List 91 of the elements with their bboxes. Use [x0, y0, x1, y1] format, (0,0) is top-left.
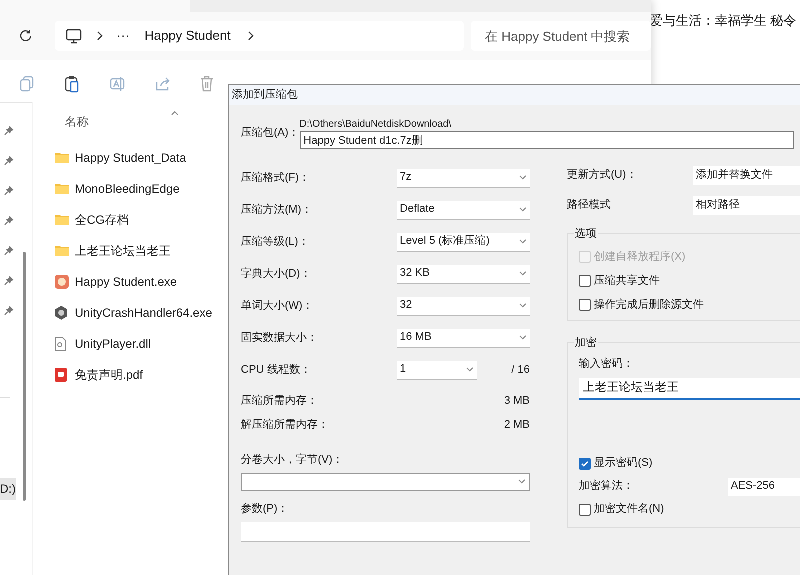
checkbox[interactable] [579, 275, 591, 287]
field-label: 压缩所需内存： [241, 394, 318, 409]
chevron-down-icon [519, 335, 527, 340]
chevron-right-icon [248, 31, 254, 41]
pin-icon[interactable] [4, 276, 14, 286]
memory-value: 2 MB [504, 418, 530, 433]
checkbox-label: 加密文件名(N) [594, 502, 664, 518]
checkbox-label: 压缩共享文件 [594, 274, 660, 289]
gear-icon [55, 306, 68, 320]
dialog-title: 添加到压缩包 [232, 88, 298, 103]
dropdown[interactable]: 7z [397, 168, 530, 188]
breadcrumb-item[interactable]: Happy Student [144, 26, 231, 46]
file-name[interactable]: 上老王论坛当老王 [75, 242, 171, 260]
pin-icon[interactable] [4, 306, 14, 316]
pin-icon[interactable] [4, 246, 14, 256]
chevron-down-icon [519, 303, 527, 308]
folder-icon [55, 152, 69, 163]
chevron-down-icon [518, 479, 526, 484]
chevron-down-icon [519, 207, 527, 212]
file-name[interactable]: UnityPlayer.dll [75, 334, 152, 352]
volume-dropdown[interactable] [241, 472, 530, 490]
column-header[interactable]: 名称 [65, 113, 89, 131]
address-bar[interactable]: ··· Happy Student [54, 21, 464, 51]
update-mode-dropdown[interactable]: 添加并替换文件 [693, 166, 800, 185]
checkbox-label: 创建自释放程序(X) [594, 250, 686, 265]
file-name[interactable]: Happy Student_Data [75, 148, 186, 166]
dropdown[interactable]: 16 MB [397, 328, 530, 348]
nav-item[interactable]: D:) [0, 478, 16, 500]
file-name[interactable]: 免责声明.pdf [75, 366, 144, 384]
dropdown[interactable]: Deflate [397, 200, 530, 220]
field-label: 压缩格式(F)： [241, 170, 312, 186]
dropdown[interactable]: 32 [397, 296, 530, 316]
password-field[interactable]: 上老王论坛当老王 [579, 378, 800, 400]
file-name[interactable]: 全CG存档 [75, 210, 129, 228]
chevron-right-icon [96, 31, 103, 41]
parameters-field[interactable] [241, 522, 530, 542]
pin-icon[interactable] [4, 186, 14, 196]
field-label: 固实数据大小： [241, 330, 319, 346]
folder-icon [55, 245, 69, 256]
field-label: 输入密码： [579, 356, 635, 372]
check-icon [581, 460, 589, 468]
folder-icon [55, 183, 69, 194]
algorithm-dropdown[interactable]: AES-256 [728, 478, 800, 496]
thread-dropdown[interactable]: 1 [397, 360, 477, 380]
refresh-icon[interactable] [19, 29, 33, 43]
chevron-down-icon [519, 271, 527, 276]
field-label: CPU 线程数： [241, 362, 312, 378]
checkbox-label: 操作完成后删除源文件 [594, 298, 704, 313]
dropdown[interactable]: Level 5 (标准压缩) [397, 232, 530, 252]
file-name[interactable]: Happy Student.exe [75, 272, 178, 290]
field-label: 压缩方法(M)： [241, 202, 314, 218]
field-label: 更新方式(U)： [567, 168, 638, 184]
file-icon [55, 336, 66, 350]
chevron-down-icon [519, 239, 527, 244]
file-name[interactable]: MonoBleedingEdge [75, 180, 180, 198]
field-label: 单词大小(W)： [241, 298, 315, 314]
pdf-icon [55, 368, 67, 382]
pin-icon[interactable] [4, 156, 14, 166]
field-label: 分卷大小，字节(V)： [241, 452, 345, 468]
checkbox[interactable] [579, 504, 591, 516]
path-mode-dropdown[interactable]: 相对路径 [693, 196, 800, 215]
trash-icon[interactable] [200, 76, 214, 92]
field-label: 解压缩所需内存： [241, 418, 329, 433]
search-field[interactable]: 在 Happy Student 中搜索 [471, 21, 651, 51]
pin-icon[interactable] [4, 216, 14, 226]
checkbox[interactable] [579, 299, 591, 311]
file-name[interactable]: UnityCrashHandler64.exe [75, 304, 212, 322]
scrollbar[interactable] [23, 252, 26, 501]
field-label: 字典大小(D)： [241, 266, 312, 282]
field-label: 参数(P)： [241, 502, 290, 516]
checkbox[interactable] [579, 458, 591, 470]
more-button[interactable]: ··· [116, 26, 130, 46]
app-icon [55, 274, 69, 288]
archive-name-field[interactable]: Happy Student d1c.7z删 [300, 131, 794, 149]
chevron-down-icon [519, 175, 527, 180]
computer-icon [66, 28, 82, 44]
thread-total: / 16 [512, 362, 530, 378]
memory-value: 3 MB [504, 394, 530, 409]
field-label: 压缩等级(L)： [241, 234, 310, 250]
field-label: 路径模式 [567, 198, 612, 214]
page-heading: 爱与生活：幸福学生 秘令 [650, 12, 797, 30]
pin-icon[interactable] [4, 126, 14, 136]
paste-icon[interactable] [65, 75, 79, 93]
field-label: 加密算法： [579, 478, 635, 494]
folder-icon [55, 214, 69, 225]
checkbox-label: 显示密码(S) [594, 456, 653, 472]
chevron-down-icon [466, 367, 474, 372]
archive-path: D:\Others\BaiduNetdiskDownload\ [300, 118, 452, 131]
field-label: 压缩包(A)： [241, 126, 300, 141]
sort-caret-icon[interactable] [171, 110, 179, 116]
dropdown[interactable]: 32 KB [397, 264, 530, 284]
